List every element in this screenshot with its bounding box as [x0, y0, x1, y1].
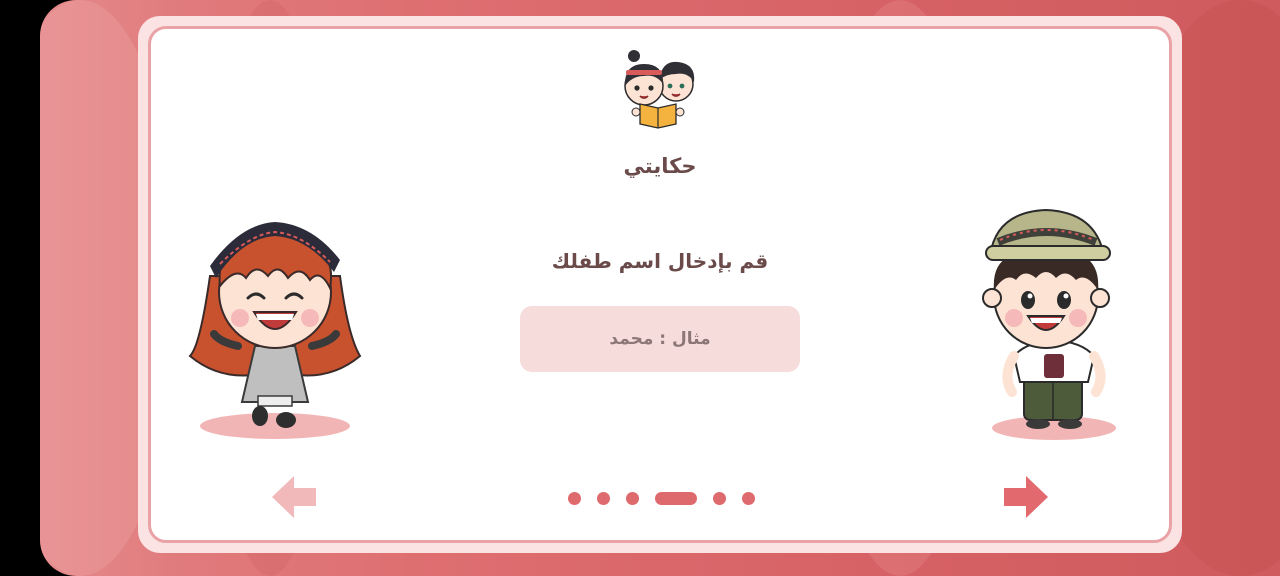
girl-character-illustration	[188, 222, 362, 439]
child-name-input[interactable]	[520, 306, 800, 372]
pagination-dot[interactable]	[626, 491, 639, 505]
pagination-dot[interactable]	[568, 491, 581, 505]
pagination-dot[interactable]	[713, 491, 726, 505]
pagination-dots	[560, 489, 763, 507]
previous-arrow-button[interactable]	[270, 474, 318, 520]
child-name-prompt: قم بإدخال اسم طفلك	[551, 249, 769, 273]
app-title: حكايتي	[623, 154, 697, 178]
pagination-dot-active[interactable]	[655, 491, 697, 505]
pagination-dot[interactable]	[597, 491, 610, 505]
next-arrow-button[interactable]	[1002, 474, 1050, 520]
boy-character-illustration	[982, 208, 1116, 440]
kids-reading-logo-icon	[624, 50, 695, 129]
pagination-dot[interactable]	[742, 491, 755, 505]
